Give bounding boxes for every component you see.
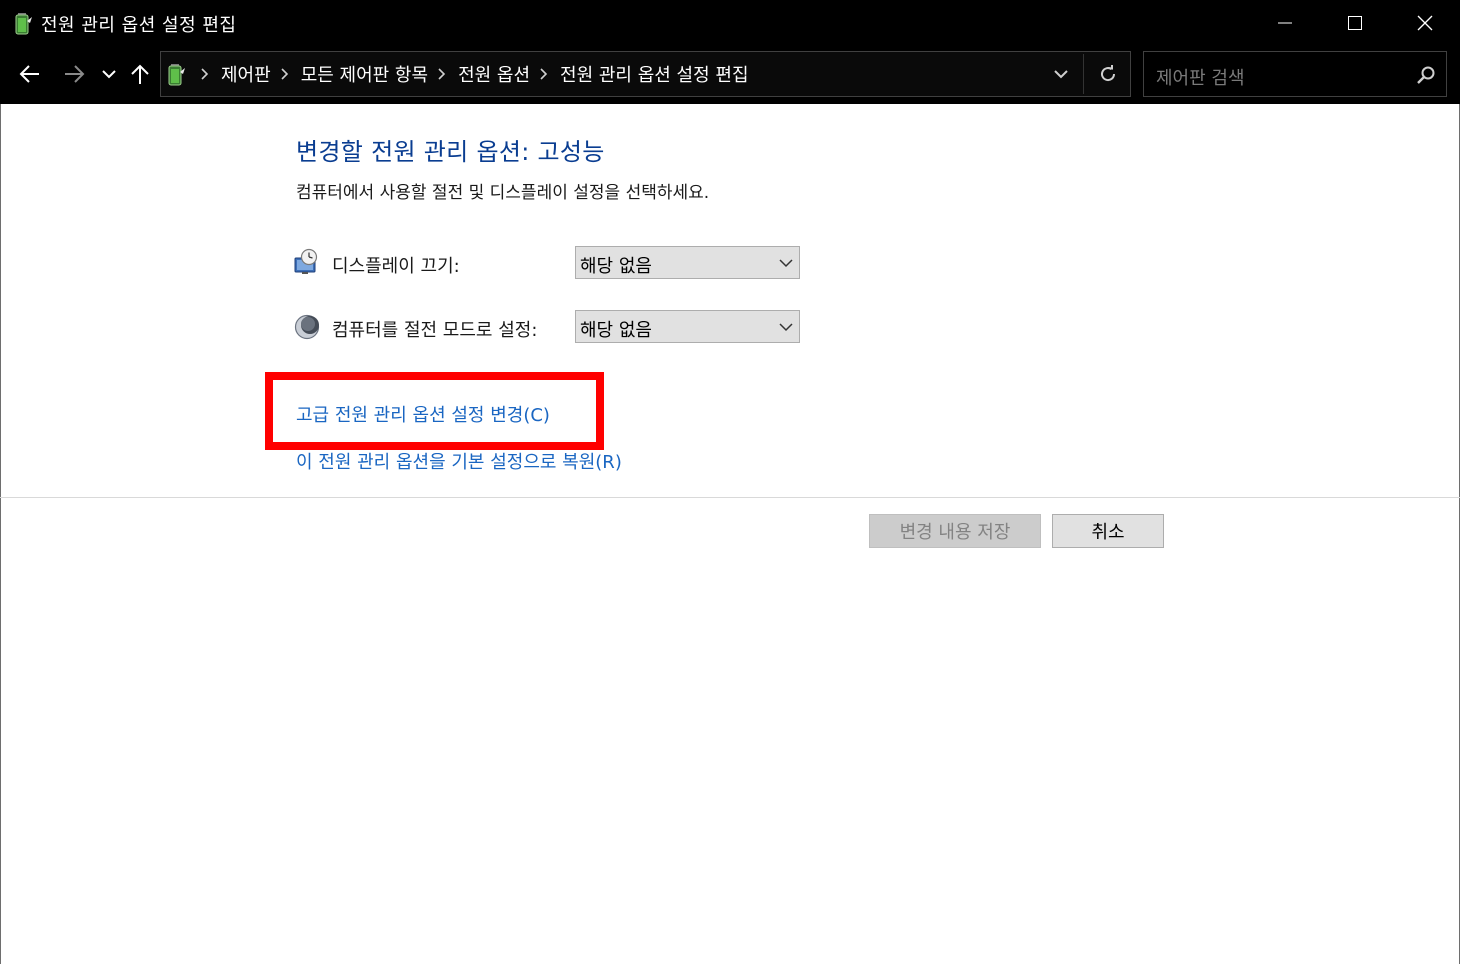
chevron-right-icon[interactable] xyxy=(281,68,289,80)
setting-sleep: 컴퓨터를 절전 모드로 설정: 해당 없음 xyxy=(294,310,814,344)
window-title: 전원 관리 옵션 설정 편집 xyxy=(41,15,237,36)
navigation-bar: 제어판 모든 제어판 항목 전원 옵션 전원 관리 옵션 설정 편집 제어판 검… xyxy=(0,46,1460,104)
page-subtitle: 컴퓨터에서 사용할 절전 및 디스플레이 설정을 선택하세요. xyxy=(296,183,710,203)
arrow-right-icon xyxy=(65,65,85,83)
divider xyxy=(1083,54,1084,94)
power-options-icon xyxy=(13,11,33,35)
arrow-up-icon xyxy=(131,64,149,84)
setting-display-off: 디스플레이 끄기: 해당 없음 xyxy=(294,246,814,280)
search-box[interactable]: 제어판 검색 xyxy=(1143,51,1447,97)
sleep-label: 컴퓨터를 절전 모드로 설정: xyxy=(332,320,538,341)
minimize-button[interactable] xyxy=(1250,0,1320,46)
search-input[interactable]: 제어판 검색 xyxy=(1156,64,1245,90)
chevron-right-icon xyxy=(201,68,209,80)
display-off-label: 디스플레이 끄기: xyxy=(332,256,460,277)
monitor-clock-icon xyxy=(294,248,320,276)
chevron-down-icon xyxy=(1054,70,1068,79)
moon-icon xyxy=(294,312,320,340)
refresh-icon xyxy=(1101,65,1116,82)
breadcrumb-edit-plan[interactable]: 전원 관리 옵션 설정 편집 xyxy=(560,61,749,87)
advanced-settings-link[interactable]: 고급 전원 관리 옵션 설정 변경(C) xyxy=(296,401,550,427)
breadcrumb-all-items[interactable]: 모든 제어판 항목 xyxy=(301,61,428,87)
forward-button[interactable] xyxy=(56,58,92,90)
window-border xyxy=(0,104,1,964)
page-title: 변경할 전원 관리 옵션: 고성능 xyxy=(296,138,605,166)
arrow-left-icon xyxy=(19,65,39,83)
sleep-value: 해당 없음 xyxy=(580,320,652,341)
back-button[interactable] xyxy=(12,58,48,90)
chevron-down-icon xyxy=(779,323,793,332)
address-history-button[interactable] xyxy=(1041,52,1081,96)
breadcrumb-power-options[interactable]: 전원 옵션 xyxy=(458,61,530,87)
recent-locations-button[interactable] xyxy=(98,58,120,90)
divider xyxy=(0,497,1460,498)
close-button[interactable] xyxy=(1390,0,1460,46)
breadcrumb: 제어판 모든 제어판 항목 전원 옵션 전원 관리 옵션 설정 편집 xyxy=(191,52,749,96)
minimize-icon xyxy=(1278,22,1292,24)
title-bar: 전원 관리 옵션 설정 편집 xyxy=(0,0,1460,46)
display-off-select[interactable]: 해당 없음 xyxy=(575,246,800,279)
cancel-button[interactable]: 취소 xyxy=(1052,514,1164,548)
power-options-icon xyxy=(165,62,187,86)
display-off-value: 해당 없음 xyxy=(580,256,652,277)
address-bar[interactable]: 제어판 모든 제어판 항목 전원 옵션 전원 관리 옵션 설정 편집 xyxy=(160,51,1131,97)
chevron-down-icon xyxy=(779,259,793,268)
chevron-right-icon[interactable] xyxy=(540,68,548,80)
close-icon xyxy=(1417,15,1433,31)
chevron-down-icon xyxy=(102,70,116,79)
refresh-button[interactable] xyxy=(1085,52,1131,96)
chevron-right-icon[interactable] xyxy=(438,68,446,80)
maximize-button[interactable] xyxy=(1320,0,1390,46)
restore-defaults-link[interactable]: 이 전원 관리 옵션을 기본 설정으로 복원(R) xyxy=(296,448,622,474)
sleep-select[interactable]: 해당 없음 xyxy=(575,310,800,343)
breadcrumb-control-panel[interactable]: 제어판 xyxy=(221,61,271,87)
up-button[interactable] xyxy=(124,58,156,90)
maximize-icon xyxy=(1348,16,1362,30)
save-changes-button[interactable]: 변경 내용 저장 xyxy=(869,514,1041,548)
search-icon[interactable] xyxy=(1416,65,1436,85)
